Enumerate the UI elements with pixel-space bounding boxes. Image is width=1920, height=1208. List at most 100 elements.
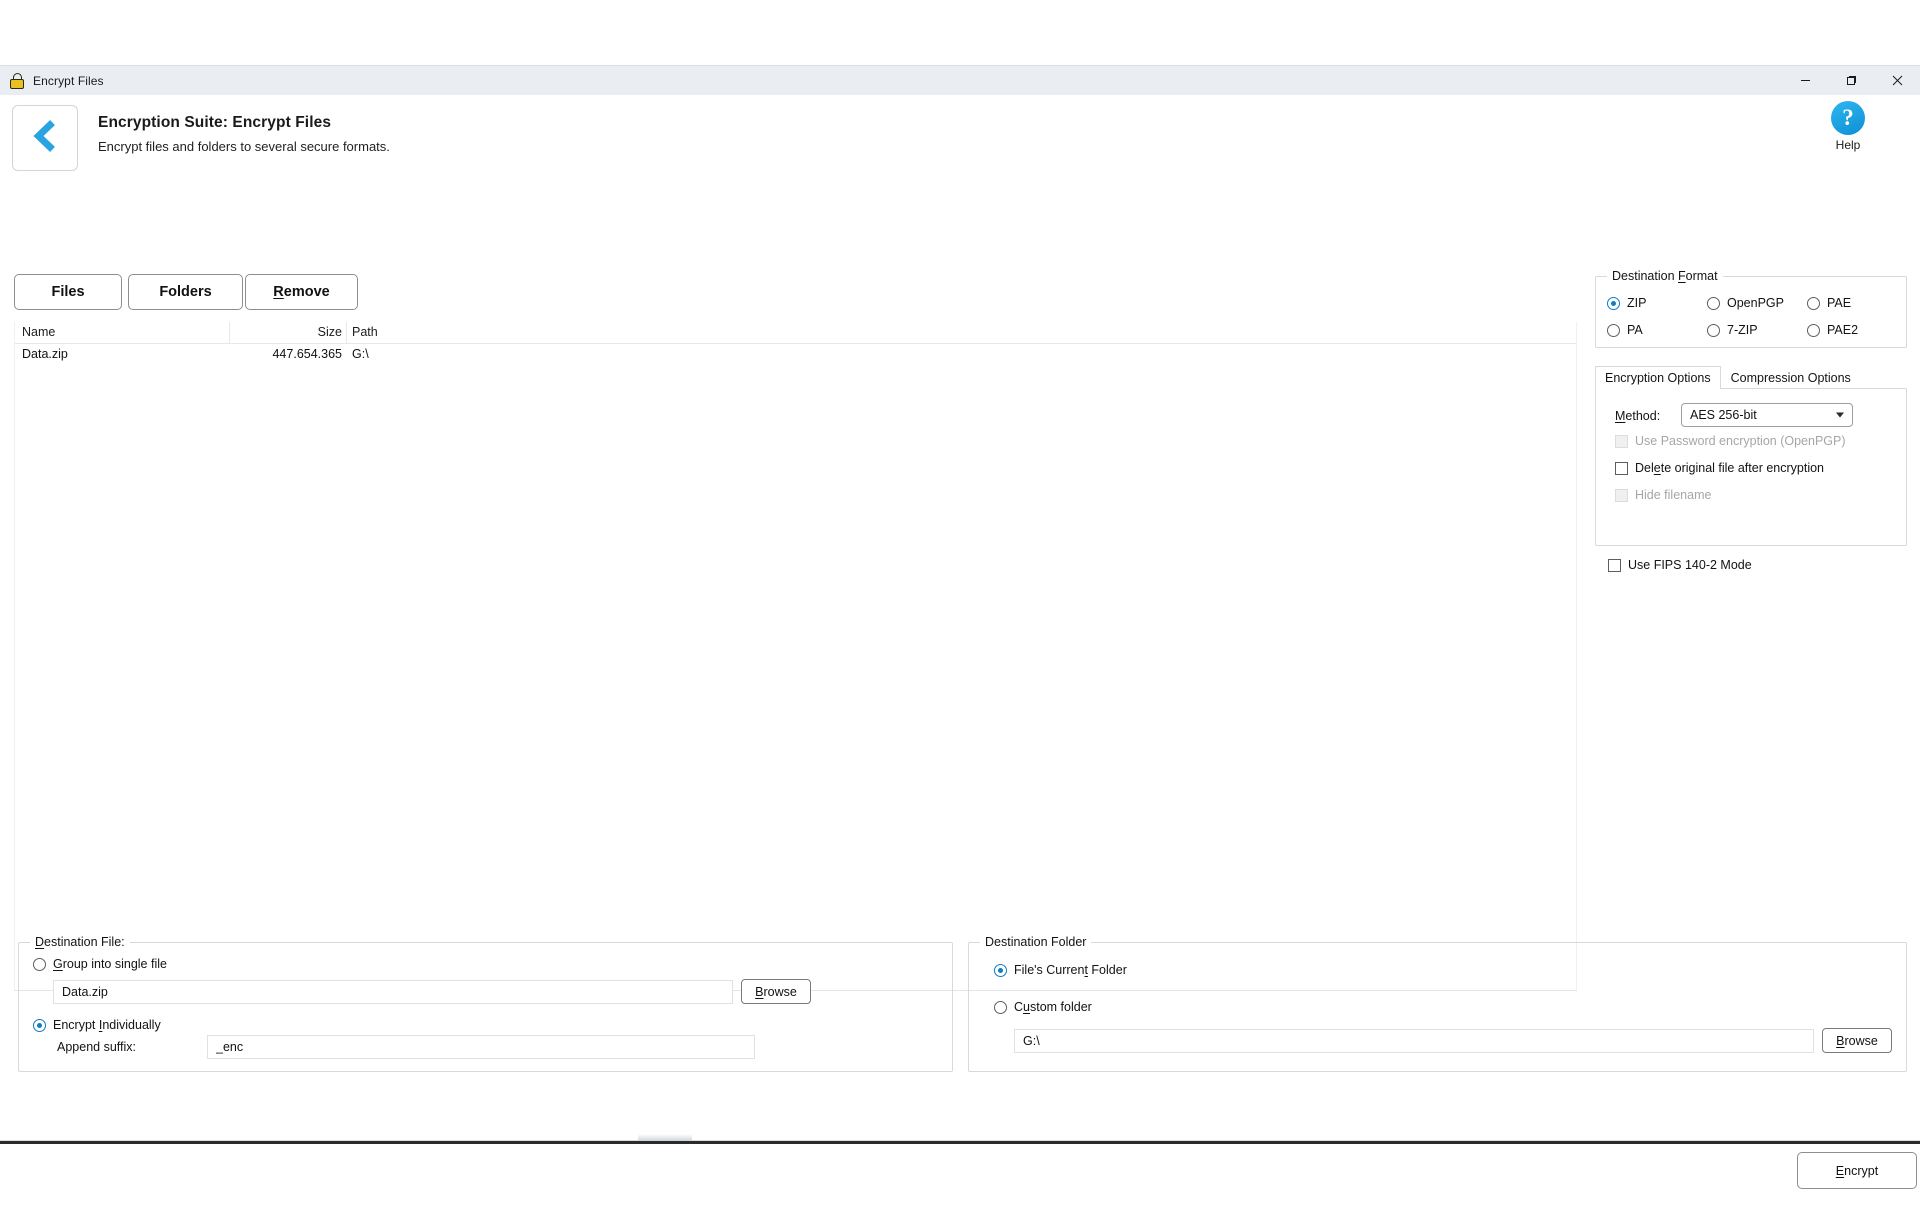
page-subtitle: Encrypt files and folders to several sec… <box>98 139 390 154</box>
destination-file-legend: Destination File: <box>30 935 130 949</box>
maximize-button[interactable] <box>1828 66 1874 95</box>
format-radio-7zip[interactable]: 7-ZIP <box>1707 323 1758 337</box>
column-divider[interactable] <box>346 322 347 344</box>
page-header: Encryption Suite: Encrypt Files Encrypt … <box>0 95 1920 179</box>
custom-folder-input[interactable] <box>1014 1029 1814 1053</box>
format-radio-pa[interactable]: PA <box>1607 323 1643 337</box>
radio-mark <box>1807 296 1820 310</box>
tab-compression-options[interactable]: Compression Options <box>1721 366 1861 389</box>
destination-folder-legend: Destination Folder <box>980 935 1092 949</box>
checkbox-mark <box>1615 434 1628 448</box>
file-list[interactable]: Name Size Path Data.zip 447.654.365 G:\ <box>14 322 1577 991</box>
destination-file-browse-button[interactable]: Browse <box>741 979 811 1004</box>
format-label-zip: ZIP <box>1627 296 1647 310</box>
use-password-encryption-checkbox: Use Password encryption (OpenPGP) <box>1615 434 1846 448</box>
destination-filename-input[interactable] <box>53 980 733 1004</box>
method-label: Method: <box>1615 409 1661 423</box>
encryption-method-value: AES 256-bit <box>1690 408 1757 422</box>
encrypt-button[interactable]: Encrypt <box>1797 1152 1917 1189</box>
radio-mark <box>1807 323 1820 337</box>
format-label-pae2: PAE2 <box>1827 323 1859 337</box>
encrypt-files-window: Encrypt Files Encryption Suite: Encrypt … <box>0 65 1920 1189</box>
tab-label: Compression Options <box>1730 371 1851 385</box>
column-header-path[interactable]: Path <box>352 325 378 339</box>
format-label-pa: PA <box>1627 323 1643 337</box>
options-tab-area: Encryption Options Compression Options M… <box>1595 366 1907 546</box>
table-row[interactable]: Data.zip 447.654.365 G:\ <box>14 344 1577 366</box>
encryption-method-select[interactable]: AES 256-bit <box>1681 403 1853 427</box>
radio-mark <box>1707 296 1720 310</box>
app-root: Encrypt Files Encryption Suite: Encrypt … <box>0 0 1920 1208</box>
help-label: Help <box>1835 138 1861 152</box>
add-folders-button[interactable]: Folders <box>128 274 243 310</box>
tab-label: Encryption Options <box>1605 371 1711 385</box>
format-label-7zip: 7-ZIP <box>1727 323 1758 337</box>
hide-filename-label: Hide filename <box>1635 488 1712 502</box>
cell-path: G:\ <box>352 347 369 361</box>
use-password-encryption-label: Use Password encryption (OpenPGP) <box>1635 434 1846 448</box>
radio-mark <box>1607 323 1620 337</box>
format-radio-pae[interactable]: PAE <box>1807 296 1851 310</box>
title-bar: Encrypt Files <box>0 66 1920 95</box>
remove-button[interactable]: Remove <box>245 274 358 310</box>
custom-folder-radio[interactable]: Custom folder <box>994 1000 1092 1014</box>
browse-label: Browse <box>755 984 797 999</box>
cell-name: Data.zip <box>22 347 68 361</box>
radio-mark <box>33 1018 46 1032</box>
file-list-header: Name Size Path <box>14 322 1577 344</box>
files-current-folder-radio[interactable]: File's Current Folder <box>994 963 1127 977</box>
screen-bottom-edge <box>0 1141 1920 1144</box>
column-header-name[interactable]: Name <box>22 325 55 339</box>
format-label-openpgp: OpenPGP <box>1727 296 1784 310</box>
help-icon: ? <box>1831 101 1865 135</box>
close-button[interactable] <box>1874 66 1920 95</box>
encrypt-label: Encrypt <box>1835 1163 1879 1178</box>
destination-format-legend: Destination Format <box>1607 269 1723 283</box>
destination-folder-browse-button[interactable]: Browse <box>1822 1028 1892 1053</box>
radio-mark <box>994 1000 1007 1014</box>
format-radio-openpgp[interactable]: OpenPGP <box>1707 296 1784 310</box>
fips-mode-checkbox[interactable]: Use FIPS 140-2 Mode <box>1608 558 1752 572</box>
help-button[interactable]: ? Help <box>1816 101 1880 152</box>
delete-original-file-checkbox[interactable]: Delete original file after encryption <box>1615 461 1824 475</box>
window-title: Encrypt Files <box>33 73 104 88</box>
delete-original-file-label: Delete original file after encryption <box>1635 461 1824 475</box>
encrypt-individually-radio[interactable]: Encrypt Individually <box>33 1018 161 1032</box>
append-suffix-input[interactable] <box>207 1035 755 1059</box>
add-files-button[interactable]: Files <box>14 274 122 310</box>
format-radio-pae2[interactable]: PAE2 <box>1807 323 1858 337</box>
back-button[interactable] <box>12 105 78 171</box>
group-into-single-file-radio[interactable]: Group into single file <box>33 957 167 971</box>
options-tabstrip: Encryption Options Compression Options <box>1595 366 1861 390</box>
tab-encryption-options[interactable]: Encryption Options <box>1595 366 1721 390</box>
remove-label: Remove <box>273 284 330 300</box>
column-divider[interactable] <box>229 322 230 344</box>
custom-folder-label: Custom folder <box>1014 1000 1092 1014</box>
radio-mark <box>1607 296 1620 310</box>
minimize-button[interactable] <box>1782 66 1828 95</box>
format-radio-zip[interactable]: ZIP <box>1607 296 1646 310</box>
back-chevron-icon <box>28 119 62 158</box>
group-into-single-file-label: Group into single file <box>53 957 167 971</box>
add-files-label: Files <box>51 284 85 300</box>
hide-filename-checkbox: Hide filename <box>1615 488 1711 502</box>
checkbox-mark <box>1608 558 1621 572</box>
window-controls <box>1782 66 1920 95</box>
format-label-pae: PAE <box>1827 296 1852 310</box>
column-header-size[interactable]: Size <box>264 325 342 339</box>
radio-mark <box>994 963 1007 977</box>
page-title: Encryption Suite: Encrypt Files <box>98 114 332 131</box>
checkbox-mark <box>1615 461 1628 475</box>
files-current-folder-label: File's Current Folder <box>1014 963 1127 977</box>
encryption-options-panel: Method: AES 256-bit Use Password encrypt… <box>1595 388 1907 546</box>
browse-label: Browse <box>1836 1033 1878 1048</box>
checkbox-mark <box>1615 488 1628 502</box>
padlock-icon <box>9 72 25 89</box>
add-folders-label: Folders <box>159 284 212 300</box>
append-suffix-label: Append suffix: <box>57 1040 136 1054</box>
radio-mark <box>33 957 46 971</box>
destination-format-group: Destination Format ZIP OpenPGP PAE PA 7-… <box>1595 269 1907 348</box>
fips-mode-label: Use FIPS 140-2 Mode <box>1628 558 1752 572</box>
chevron-down-icon <box>1836 412 1844 418</box>
destination-file-group: Destination File: Group into single file… <box>18 935 953 1072</box>
